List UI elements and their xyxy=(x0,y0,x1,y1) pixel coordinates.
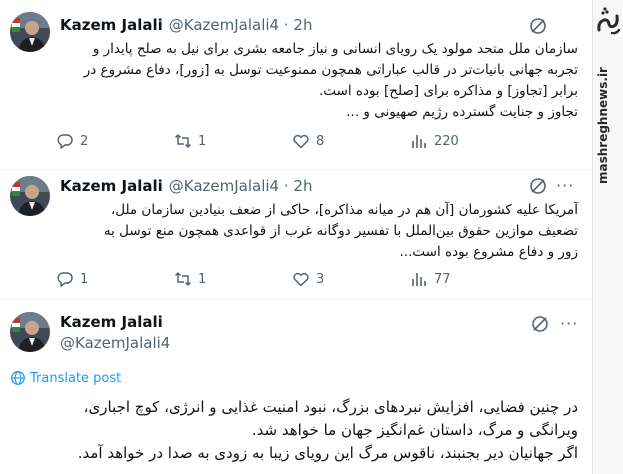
tweet-line: آمریکا علیه کشورمان [آن هم در میانه مذاک… xyxy=(110,202,578,218)
more-options-icon[interactable]: ··· xyxy=(556,178,574,194)
tweet-line: تجاوز و جنایت گسترده رژیم صهیونی و ... xyxy=(346,104,578,120)
tweet-header: Kazem Jalali @KazemJalali4 · 2h xyxy=(60,14,312,36)
tweet-actions: 2 1 8 220 xyxy=(56,132,536,154)
grok-icon[interactable] xyxy=(530,314,550,334)
like-button[interactable]: 8 xyxy=(292,132,324,150)
grok-icon[interactable] xyxy=(528,176,548,196)
views-count: 77 xyxy=(434,271,451,287)
views-icon xyxy=(412,135,426,148)
avatar[interactable] xyxy=(10,12,50,52)
tweet-text: در چنین فضایی، افزایش نبردهای بزرگ، نبود… xyxy=(8,396,578,465)
watermark-sidebar: mashreghnews.ir xyxy=(592,0,623,474)
tweet-line: تجربه جهانی بانیات‌تر در قالب عباراتی هم… xyxy=(83,62,578,78)
site-name: mashreghnews.ir xyxy=(596,67,610,184)
tweet-header: Kazem Jalali @KazemJalali4 · 2h xyxy=(60,175,312,197)
globe-icon xyxy=(11,371,25,385)
reply-icon xyxy=(57,134,73,149)
tweet-text: آمریکا علیه کشورمان [آن هم در میانه مذاک… xyxy=(50,200,578,263)
author-handle-time[interactable]: @KazemJalali4 · 2h xyxy=(169,16,313,34)
author-name[interactable]: Kazem Jalali xyxy=(60,312,170,332)
tweet-line: زور و دفاع مشروع بوده است... xyxy=(399,244,578,260)
reply-count: 2 xyxy=(80,133,89,149)
like-count: 8 xyxy=(316,133,325,149)
tweet-2[interactable]: Kazem Jalali @KazemJalali4 · 2h ··· آمری… xyxy=(0,170,592,300)
heart-icon xyxy=(293,134,309,149)
views-count: 220 xyxy=(434,133,459,149)
like-count: 3 xyxy=(316,271,325,287)
translate-label: Translate post xyxy=(30,370,122,386)
author-name[interactable]: Kazem Jalali xyxy=(60,16,163,34)
tweet-3[interactable]: Kazem Jalali @KazemJalali4 ··· Translate… xyxy=(0,300,592,474)
views-button[interactable]: 77 xyxy=(410,270,451,288)
tweet-line: در چنین فضایی، افزایش نبردهای بزرگ، نبود… xyxy=(83,398,578,416)
author-block: Kazem Jalali @KazemJalali4 xyxy=(60,312,170,353)
avatar[interactable] xyxy=(10,312,50,352)
tweet-line: سازمان ملل متحد مولود یک رویای انسانی و … xyxy=(92,41,578,57)
avatar[interactable] xyxy=(10,176,50,216)
tweet-line: تضعیف موازین حقوق بین‌الملل با تفسیر دوگ… xyxy=(103,223,578,239)
like-button[interactable]: 3 xyxy=(292,270,324,288)
tweet-line: ویرانگی و مرگ، داستان غم‌انگیز جهان ما خ… xyxy=(251,421,578,439)
retweet-button[interactable]: 1 xyxy=(174,132,206,150)
translate-post-link[interactable]: Translate post xyxy=(10,370,121,386)
more-options-icon[interactable]: ··· xyxy=(560,316,578,332)
reply-button[interactable]: 2 xyxy=(56,132,88,150)
retweet-icon xyxy=(174,134,192,148)
tweet-actions: 1 1 3 77 xyxy=(56,270,536,292)
retweet-count: 1 xyxy=(198,271,207,287)
reply-icon xyxy=(57,272,73,287)
tweet-line: اگر جهانیان دیر بجنبند، ناقوس مرگ این رو… xyxy=(77,444,578,462)
tweet-thread: Kazem Jalali @KazemJalali4 · 2h سازمان م… xyxy=(0,0,592,474)
tweet-1[interactable]: Kazem Jalali @KazemJalali4 · 2h سازمان م… xyxy=(0,0,592,170)
retweet-icon xyxy=(174,272,192,286)
mashregh-logo-icon xyxy=(597,7,621,35)
retweet-count: 1 xyxy=(198,133,207,149)
views-icon xyxy=(412,273,426,286)
retweet-button[interactable]: 1 xyxy=(174,270,206,288)
views-button[interactable]: 220 xyxy=(410,132,459,150)
author-name[interactable]: Kazem Jalali xyxy=(60,177,163,195)
author-handle-time[interactable]: @KazemJalali4 · 2h xyxy=(169,177,313,195)
tweet-line: برابر [تجاوز] و مذاکره برای [صلح] بوده ا… xyxy=(318,83,578,99)
grok-icon[interactable] xyxy=(528,16,548,36)
tweet-text: سازمان ملل متحد مولود یک رویای انسانی و … xyxy=(50,39,578,123)
author-handle[interactable]: @KazemJalali4 xyxy=(60,333,170,353)
reply-button[interactable]: 1 xyxy=(56,270,88,288)
reply-count: 1 xyxy=(80,271,89,287)
heart-icon xyxy=(293,272,309,287)
